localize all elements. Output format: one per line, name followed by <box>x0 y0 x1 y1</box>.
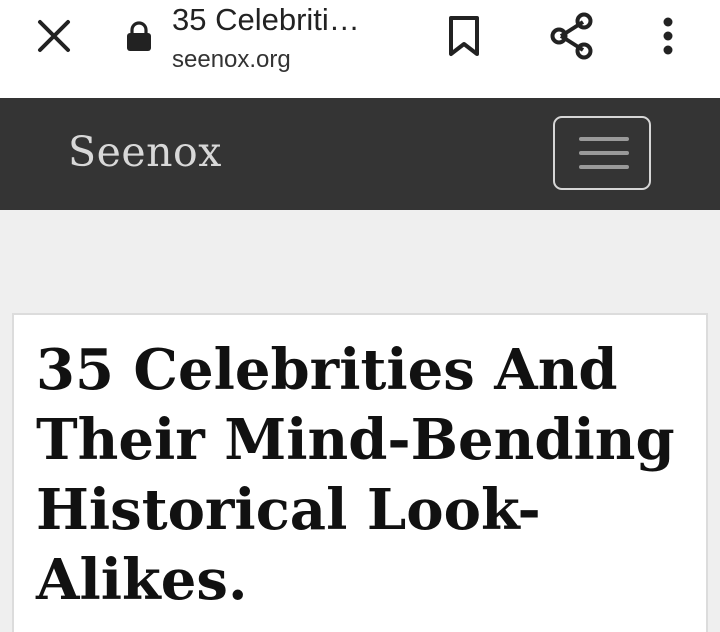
site-navbar: Seenox <box>0 98 720 210</box>
article-headline: 35 Celebrities And Their Mind-Bending Hi… <box>36 337 675 613</box>
bookmark-icon <box>449 16 479 56</box>
share-icon <box>550 12 593 60</box>
bookmark-button[interactable] <box>436 8 492 64</box>
browser-viewport: 35 Celebriti… seenox.org Seenox 35 Celeb… <box>0 0 720 632</box>
more-options-button[interactable] <box>644 6 692 66</box>
share-button[interactable] <box>540 6 604 66</box>
close-tab-button[interactable] <box>24 12 84 60</box>
page-info[interactable]: 35 Celebriti… seenox.org <box>172 0 412 90</box>
more-vertical-icon <box>663 17 673 55</box>
page-title: 35 Celebriti… <box>172 2 360 37</box>
menu-toggle-button[interactable] <box>553 116 651 190</box>
site-brand-link[interactable]: Seenox <box>68 128 222 176</box>
lock-icon <box>127 21 151 51</box>
browser-toolbar: 35 Celebriti… seenox.org <box>0 0 720 98</box>
article-card: 35 Celebrities And Their Mind-Bending Hi… <box>12 313 708 632</box>
close-icon <box>38 20 70 52</box>
page-domain: seenox.org <box>172 46 291 73</box>
